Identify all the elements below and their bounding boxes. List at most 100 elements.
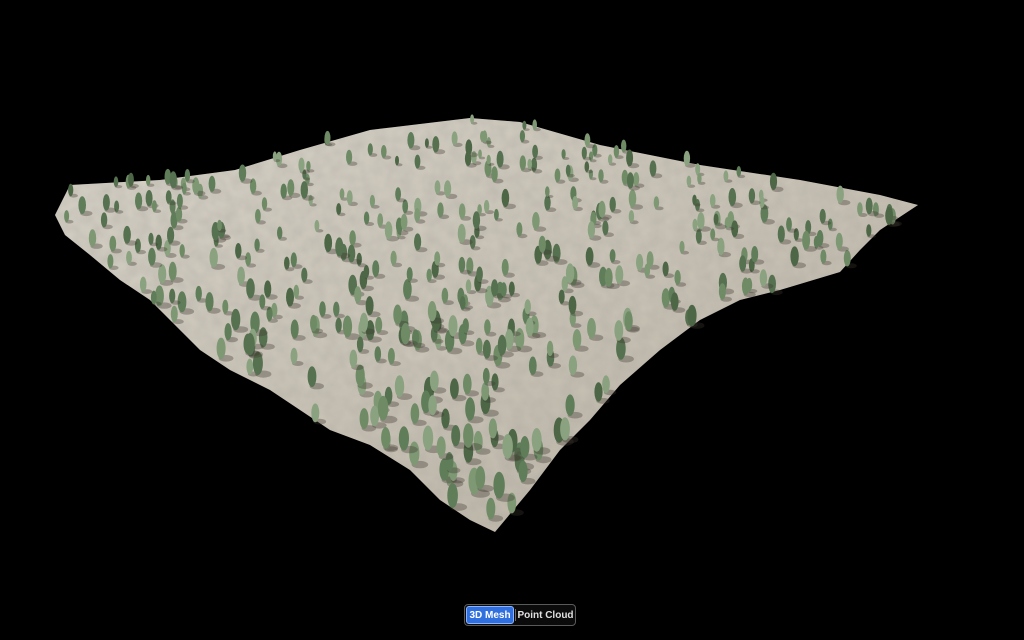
tree	[363, 265, 370, 279]
tree	[363, 211, 370, 225]
tree	[482, 339, 491, 359]
tree	[816, 230, 824, 247]
tree	[554, 168, 561, 183]
tree	[208, 175, 216, 192]
tree	[545, 186, 550, 197]
tree	[494, 208, 499, 221]
tree	[216, 337, 226, 360]
tree	[653, 196, 660, 209]
tree	[64, 210, 70, 223]
tree	[390, 250, 397, 266]
tree	[447, 483, 458, 508]
tree	[319, 301, 326, 317]
tree	[463, 423, 474, 448]
tree	[687, 304, 697, 327]
tree	[748, 188, 756, 204]
tree	[365, 296, 374, 316]
tree	[436, 436, 446, 458]
tree	[516, 222, 523, 237]
tree	[280, 183, 287, 199]
tree	[633, 172, 640, 187]
tree	[572, 196, 578, 210]
tree	[709, 194, 716, 208]
tree	[367, 143, 373, 156]
tree	[293, 284, 300, 299]
tree	[710, 228, 716, 240]
point-cloud-button[interactable]: Point Cloud	[516, 605, 575, 625]
tree	[346, 149, 353, 165]
tree	[525, 317, 534, 337]
tree	[298, 157, 305, 173]
tree	[422, 425, 434, 451]
tree	[500, 282, 507, 297]
tree	[342, 315, 353, 338]
view-mode-toggle: 3D Mesh Point Cloud	[464, 604, 576, 626]
tree	[135, 192, 143, 210]
tree	[407, 132, 415, 149]
tree	[786, 217, 792, 232]
tree	[470, 114, 475, 124]
tree	[459, 296, 466, 310]
tree	[324, 130, 331, 145]
tree	[594, 382, 603, 402]
tree	[527, 158, 532, 170]
tree	[491, 166, 498, 182]
tree	[150, 290, 157, 305]
tree	[369, 194, 375, 208]
tree	[628, 210, 635, 223]
tree	[602, 220, 609, 236]
tree	[565, 394, 575, 417]
tree	[532, 212, 540, 230]
tree	[261, 197, 268, 211]
tree	[434, 251, 441, 266]
tree	[381, 427, 391, 449]
tree	[170, 305, 178, 323]
tree	[335, 237, 344, 257]
tree	[255, 209, 261, 223]
tree	[769, 172, 778, 190]
tree	[335, 317, 342, 333]
3d-mesh-button[interactable]: 3D Mesh	[466, 606, 514, 624]
tree	[414, 233, 422, 251]
tree	[608, 154, 613, 165]
tree	[375, 316, 383, 334]
tree	[636, 253, 644, 271]
tree	[437, 202, 444, 218]
tree	[290, 252, 297, 268]
tree	[532, 144, 538, 159]
tree	[670, 292, 679, 311]
tree	[444, 180, 452, 198]
tree	[751, 246, 759, 263]
3d-viewport[interactable]: 3D Mesh Point Cloud	[0, 0, 1024, 640]
tree	[68, 183, 74, 197]
tree	[394, 375, 405, 398]
tree	[324, 233, 333, 253]
terrain-mesh[interactable]	[0, 0, 1024, 640]
tree	[370, 405, 379, 427]
tree	[359, 408, 369, 430]
tree	[718, 283, 726, 300]
tree	[613, 145, 620, 158]
tree	[307, 366, 317, 387]
tree	[482, 130, 488, 143]
tree	[491, 279, 499, 297]
tree	[587, 317, 596, 339]
tree	[484, 319, 491, 335]
tree	[496, 150, 504, 168]
tree	[284, 256, 290, 270]
tree	[528, 356, 537, 375]
tree	[139, 276, 147, 293]
tree	[275, 151, 283, 167]
tree	[820, 249, 827, 264]
tree	[441, 287, 449, 304]
tree	[432, 136, 440, 153]
tree	[614, 320, 624, 341]
tree	[538, 235, 546, 253]
tree	[857, 202, 863, 216]
tree	[441, 408, 450, 429]
tree	[462, 318, 469, 334]
tree	[300, 181, 308, 199]
tree	[475, 337, 483, 354]
tree	[713, 213, 719, 225]
tree	[349, 230, 356, 246]
